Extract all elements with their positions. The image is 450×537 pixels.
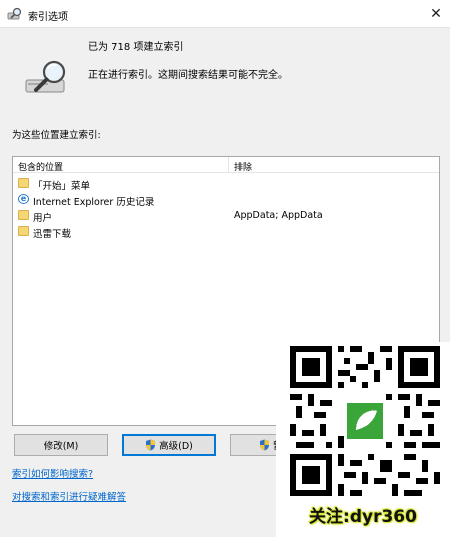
advanced-button-label: 高级(D) — [159, 441, 193, 452]
folder-icon — [18, 210, 29, 220]
modify-button-label: 修改(M) — [43, 441, 79, 452]
qr-code-overlay: 关注:dyr360 — [276, 342, 450, 537]
help-search-link[interactable]: 索引如何影响搜索? — [12, 466, 93, 480]
advanced-button[interactable]: 高级(D) — [122, 434, 216, 456]
window-title: 索引选项 — [28, 12, 68, 23]
location-name: 用户 — [33, 213, 53, 224]
qr-code-image — [290, 346, 440, 496]
indexing-options-icon — [7, 7, 22, 20]
close-icon: ✕ — [430, 5, 442, 22]
location-name: 迅雷下载 — [33, 229, 72, 240]
column-header-excluded[interactable]: 排除 — [234, 160, 252, 173]
list-item[interactable]: 用户 AppData; AppData — [13, 208, 439, 224]
close-button[interactable]: ✕ — [422, 0, 450, 27]
indexing-drive-magnifier-icon — [25, 60, 66, 93]
uac-shield-icon — [146, 439, 156, 451]
troubleshoot-link[interactable]: 对搜索和索引进行疑难解答 — [12, 489, 126, 503]
uac-shield-icon — [260, 439, 269, 451]
locations-section-label: 为这些位置建立索引: — [12, 130, 101, 141]
column-header-included[interactable]: 包含的位置 — [18, 160, 63, 173]
list-header: 包含的位置 排除 — [13, 157, 439, 173]
folder-icon — [18, 226, 29, 236]
qr-caption: 关注:dyr360 — [309, 507, 417, 527]
list-item[interactable]: 「开始」菜单 — [13, 176, 439, 192]
indexing-progress-text: 正在进行索引。这期间搜索结果可能不完全。 — [88, 70, 288, 81]
title-bar: 索引选项 ✕ — [0, 0, 450, 28]
folder-icon — [18, 178, 29, 188]
location-name: Internet Explorer 历史记录 — [33, 197, 155, 208]
location-excluded: AppData; AppData — [234, 210, 323, 221]
location-name: 「开始」菜单 — [33, 181, 91, 192]
list-item[interactable]: e Internet Explorer 历史记录 — [13, 192, 439, 208]
column-divider[interactable] — [228, 157, 229, 173]
indexed-count-text: 已为 718 项建立索引 — [88, 42, 184, 53]
modify-button[interactable]: 修改(M) — [14, 434, 108, 456]
internet-explorer-icon: e — [18, 194, 29, 204]
list-item[interactable]: 迅雷下载 — [13, 224, 439, 240]
